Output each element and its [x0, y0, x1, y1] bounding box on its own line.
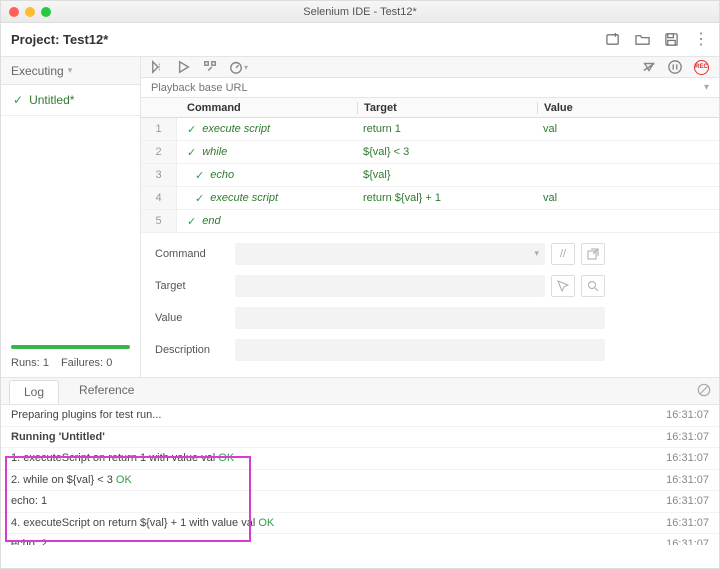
chevron-down-icon[interactable]: ▾: [704, 82, 709, 93]
row-command: ✓while: [177, 146, 357, 159]
save-project-icon[interactable]: [664, 32, 679, 48]
speed-icon[interactable]: ▾: [229, 60, 248, 74]
command-row[interactable]: 4✓execute scriptreturn ${val} + 1val: [141, 187, 719, 210]
find-target-button[interactable]: [581, 275, 605, 297]
command-row[interactable]: 3✓echo${val}: [141, 164, 719, 187]
execution-header[interactable]: Executing▾: [1, 57, 140, 85]
editor-command-select[interactable]: [235, 243, 545, 265]
editor-value-input[interactable]: [235, 307, 605, 329]
run-stats: Runs: 1 Failures: 0: [1, 353, 140, 377]
open-new-window-button[interactable]: [581, 243, 605, 265]
editor-description-input[interactable]: [235, 339, 605, 361]
command-list: 1✓execute scriptreturn 1val2✓while${val}…: [141, 118, 719, 233]
tab-reference[interactable]: Reference: [65, 379, 148, 403]
open-project-icon[interactable]: [635, 32, 650, 48]
window-title: Selenium IDE - Test12*: [1, 6, 719, 18]
clear-log-icon[interactable]: [697, 383, 711, 400]
progress-bar: [11, 345, 130, 349]
row-command: ✓execute script: [177, 192, 357, 205]
header-command: Command: [177, 102, 357, 114]
row-target: return ${val} + 1: [357, 192, 537, 204]
row-command: ✓echo: [177, 169, 357, 182]
header-target: Target: [357, 102, 537, 114]
command-editor: Command // Target Value Desc: [141, 233, 719, 377]
row-target: ${val}: [357, 169, 537, 181]
row-number: 2: [141, 141, 177, 163]
test-item-label: Untitled*: [29, 93, 74, 107]
row-value: val: [537, 192, 719, 204]
tab-log[interactable]: Log: [9, 380, 59, 404]
project-header: Project: Test12* ⋮: [1, 23, 719, 57]
select-target-button[interactable]: [551, 275, 575, 297]
test-item-untitled[interactable]: ✓ Untitled*: [1, 85, 140, 116]
project-name: Project: Test12*: [11, 32, 108, 47]
row-number: 5: [141, 210, 177, 232]
log-line: 1. executeScript on return 1 with value …: [1, 448, 719, 470]
check-icon: ✓: [187, 123, 196, 136]
header-value: Value: [537, 102, 719, 114]
window-zoom-button[interactable]: [41, 7, 51, 17]
step-over-icon[interactable]: [203, 60, 217, 74]
log-tabs-bar: Log Reference: [1, 377, 719, 405]
new-project-icon[interactable]: [606, 32, 621, 48]
check-icon: ✓: [187, 146, 196, 159]
toggle-comment-button[interactable]: //: [551, 243, 575, 265]
editor-target-label: Target: [155, 280, 235, 292]
more-menu-icon[interactable]: ⋮: [693, 32, 709, 48]
log-line: Running 'Untitled'16:31:07: [1, 427, 719, 449]
row-number: 1: [141, 118, 177, 140]
run-current-icon[interactable]: [177, 60, 191, 74]
log-body: Preparing plugins for test run...16:31:0…: [1, 405, 719, 545]
run-all-icon[interactable]: [151, 60, 165, 74]
log-line: echo: 216:31:07: [1, 534, 719, 545]
disable-breakpoints-icon[interactable]: [642, 60, 656, 74]
log-line: echo: 116:31:07: [1, 491, 719, 513]
check-icon: ✓: [195, 192, 204, 205]
log-line: 2. while on ${val} < 3 OK16:31:07: [1, 470, 719, 492]
row-number: 4: [141, 187, 177, 209]
sidebar: Executing▾ ✓ Untitled* Runs: 1 Failures:…: [1, 57, 141, 377]
row-command: ✓end: [177, 215, 357, 228]
titlebar: Selenium IDE - Test12*: [1, 1, 719, 23]
log-line: Preparing plugins for test run...16:31:0…: [1, 405, 719, 427]
command-row[interactable]: 1✓execute scriptreturn 1val: [141, 118, 719, 141]
editor-value-label: Value: [155, 312, 235, 324]
editor-target-input[interactable]: [235, 275, 545, 297]
base-url-input[interactable]: [151, 82, 704, 94]
log-line: 4. executeScript on return ${val} + 1 wi…: [1, 513, 719, 535]
record-icon[interactable]: REC: [694, 60, 709, 75]
window-close-button[interactable]: [9, 7, 19, 17]
command-row[interactable]: 2✓while${val} < 3: [141, 141, 719, 164]
check-icon: ✓: [13, 93, 23, 107]
pause-on-exception-icon[interactable]: [668, 60, 682, 74]
command-table-header: Command Target Value: [141, 98, 719, 118]
command-row[interactable]: 5✓end: [141, 210, 719, 233]
row-command: ✓execute script: [177, 123, 357, 136]
toolbar: ▾ REC: [141, 57, 719, 78]
base-url-row: ▾: [141, 78, 719, 98]
check-icon: ✓: [195, 169, 204, 182]
editor-description-label: Description: [155, 344, 235, 356]
editor-command-label: Command: [155, 248, 235, 260]
row-value: val: [537, 123, 719, 135]
row-target: ${val} < 3: [357, 146, 537, 158]
row-target: return 1: [357, 123, 537, 135]
check-icon: ✓: [187, 215, 196, 228]
row-number: 3: [141, 164, 177, 186]
window-minimize-button[interactable]: [25, 7, 35, 17]
